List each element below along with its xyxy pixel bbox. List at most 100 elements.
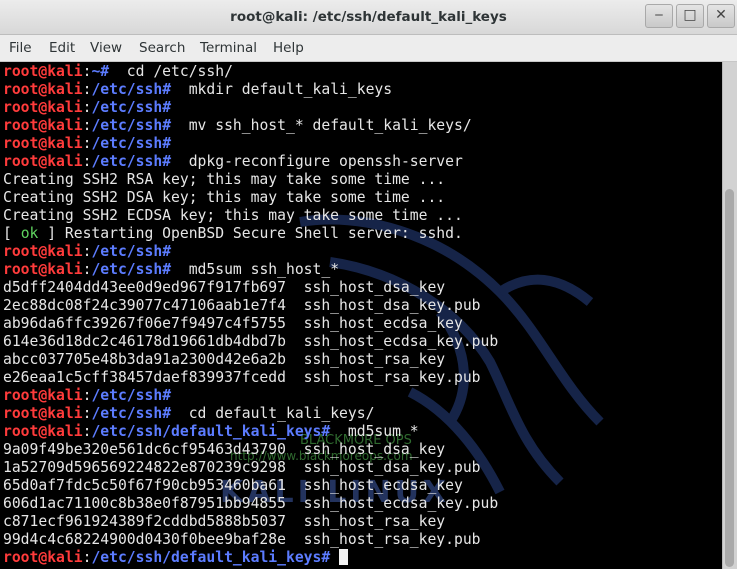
scrollbar-thumb[interactable] bbox=[725, 189, 734, 567]
prompt-path: ~ bbox=[91, 63, 101, 80]
prompt-user: root@kali bbox=[3, 99, 83, 116]
terminal-line: root@kali:/etc/ssh# dpkg-reconfigure ope… bbox=[3, 153, 463, 171]
status-ok: ok bbox=[20, 225, 39, 242]
prompt-path: /etc/ssh bbox=[91, 117, 163, 134]
prompt-user: root@kali bbox=[3, 135, 83, 152]
terminal-line: 65d0af7fdc5c50f67f90cb953460ba61 ssh_hos… bbox=[3, 477, 463, 495]
terminal-line: Creating SSH2 RSA key; this may take som… bbox=[3, 171, 445, 189]
terminal-line: abcc037705e48b3da91a2300d42e6a2b ssh_hos… bbox=[3, 351, 445, 369]
prompt-path: /etc/ssh/default_kali_keys bbox=[91, 549, 322, 566]
command-text: mkdir default_kali_keys bbox=[171, 81, 393, 98]
output-text: Creating SSH2 RSA key; this may take som… bbox=[3, 171, 446, 188]
terminal-line: c871ecf961924389f2cddbd5888b5037 ssh_hos… bbox=[3, 513, 445, 531]
prompt-path: /etc/ssh bbox=[91, 81, 163, 98]
menu-help[interactable]: Help bbox=[273, 40, 304, 56]
terminal-line: root@kali:/etc/ssh# bbox=[3, 135, 171, 153]
terminal-line: e26eaa1c5cff38457daef839937fcedd ssh_hos… bbox=[3, 369, 481, 387]
command-text: md5sum ssh_host_* bbox=[171, 261, 340, 278]
minimize-button[interactable]: ‒ bbox=[645, 4, 673, 28]
prompt-symbol: # bbox=[162, 243, 172, 260]
prompt-user: root@kali bbox=[3, 153, 83, 170]
output-text: e26eaa1c5cff38457daef839937fcedd ssh_hos… bbox=[3, 369, 481, 386]
terminal-line: 614e36d18dc2c46178d19661db4dbd7b ssh_hos… bbox=[3, 333, 498, 351]
prompt-path: /etc/ssh bbox=[91, 153, 163, 170]
prompt-symbol: # bbox=[162, 81, 172, 98]
prompt-user: root@kali bbox=[3, 243, 83, 260]
command-text: dpkg-reconfigure openssh-server bbox=[171, 153, 463, 170]
prompt-path: /etc/ssh/default_kali_keys bbox=[91, 423, 322, 440]
status-bracket-open: [ bbox=[3, 225, 21, 242]
output-text: 1a52709d596569224822e870239c9298 ssh_hos… bbox=[3, 459, 481, 476]
output-text: 606d1ac71100c8b38e0f87951bb94855 ssh_hos… bbox=[3, 495, 499, 512]
prompt-path: /etc/ssh bbox=[91, 243, 163, 260]
vertical-scrollbar[interactable] bbox=[722, 62, 737, 569]
prompt-user: root@kali bbox=[3, 117, 83, 134]
prompt-user: root@kali bbox=[3, 549, 83, 566]
command-text: cd default_kali_keys/ bbox=[171, 405, 375, 422]
terminal-line: ab96da6ffc39267f06e7f9497c4f5755 ssh_hos… bbox=[3, 315, 463, 333]
terminal-line: root@kali:/etc/ssh# bbox=[3, 243, 171, 261]
terminal-output[interactable]: BLACKMORE OPS http://www.blackmoreops.co… bbox=[0, 62, 722, 569]
terminal-line: root@kali:/etc/ssh# mv ssh_host_* defaul… bbox=[3, 117, 472, 135]
command-text bbox=[330, 549, 339, 566]
prompt-path: /etc/ssh bbox=[91, 405, 163, 422]
terminal-line: root@kali:/etc/ssh# cd default_kali_keys… bbox=[3, 405, 374, 423]
output-text: 99d4c4c68224900d0430f0bee9baf28e ssh_hos… bbox=[3, 531, 481, 548]
terminal-line: 99d4c4c68224900d0430f0bee9baf28e ssh_hos… bbox=[3, 531, 481, 549]
close-button[interactable]: ✕ bbox=[707, 4, 735, 28]
status-message: ] Restarting OpenBSD Secure Shell server… bbox=[38, 225, 463, 242]
prompt-path: /etc/ssh bbox=[91, 135, 163, 152]
menu-terminal[interactable]: Terminal bbox=[200, 40, 257, 56]
prompt-user: root@kali bbox=[3, 81, 83, 98]
output-text: 9a09f49be320e561dc6cf95463d43790 ssh_hos… bbox=[3, 441, 446, 458]
prompt-user: root@kali bbox=[3, 405, 83, 422]
output-text: abcc037705e48b3da91a2300d42e6a2b ssh_hos… bbox=[3, 351, 446, 368]
menu-search[interactable]: Search bbox=[139, 40, 185, 56]
terminal-line: root@kali:/etc/ssh# bbox=[3, 99, 171, 117]
terminal-line: root@kali:/etc/ssh/default_kali_keys# bbox=[3, 549, 349, 567]
terminal-line: root@kali:/etc/ssh# md5sum ssh_host_* bbox=[3, 261, 339, 279]
output-text: ab96da6ffc39267f06e7f9497c4f5755 ssh_hos… bbox=[3, 315, 463, 332]
window-title: root@kali: /etc/ssh/default_kali_keys bbox=[230, 9, 507, 25]
menu-edit[interactable]: Edit bbox=[49, 40, 75, 56]
output-text: 614e36d18dc2c46178d19661db4dbd7b ssh_hos… bbox=[3, 333, 499, 350]
prompt-symbol: # bbox=[100, 63, 110, 80]
prompt-symbol: # bbox=[162, 117, 172, 134]
prompt-symbol: # bbox=[162, 387, 172, 404]
terminal-line: root@kali:/etc/ssh# mkdir default_kali_k… bbox=[3, 81, 392, 99]
terminal-line: root@kali:/etc/ssh/default_kali_keys# md… bbox=[3, 423, 419, 441]
prompt-symbol: # bbox=[162, 135, 172, 152]
command-text: cd /etc/ssh/ bbox=[109, 63, 233, 80]
output-text: 2ec88dc08f24c39077c47106aab1e7f4 ssh_hos… bbox=[3, 297, 481, 314]
terminal-line: root@kali:~# cd /etc/ssh/ bbox=[3, 63, 233, 81]
command-text: md5sum * bbox=[330, 423, 419, 440]
menu-bar: File Edit View Search Terminal Help bbox=[0, 35, 737, 62]
terminal-line: [ ok ] Restarting OpenBSD Secure Shell s… bbox=[3, 225, 463, 243]
prompt-symbol: # bbox=[162, 153, 172, 170]
prompt-user: root@kali bbox=[3, 423, 83, 440]
output-text: 65d0af7fdc5c50f67f90cb953460ba61 ssh_hos… bbox=[3, 477, 463, 494]
output-text: Creating SSH2 DSA key; this may take som… bbox=[3, 189, 446, 206]
terminal-line: 606d1ac71100c8b38e0f87951bb94855 ssh_hos… bbox=[3, 495, 498, 513]
prompt-path: /etc/ssh bbox=[91, 261, 163, 278]
terminal-line: 1a52709d596569224822e870239c9298 ssh_hos… bbox=[3, 459, 481, 477]
terminal-line: 9a09f49be320e561dc6cf95463d43790 ssh_hos… bbox=[3, 441, 445, 459]
prompt-symbol: # bbox=[162, 405, 172, 422]
terminal-cursor bbox=[339, 549, 349, 565]
terminal-line: root@kali:/etc/ssh# bbox=[3, 387, 171, 405]
terminal-line: d5dff2404dd43ee0d9ed967f917fb697 ssh_hos… bbox=[3, 279, 445, 297]
prompt-symbol: # bbox=[321, 423, 331, 440]
menu-file[interactable]: File bbox=[9, 40, 32, 56]
prompt-symbol: # bbox=[162, 261, 172, 278]
terminal-line: 2ec88dc08f24c39077c47106aab1e7f4 ssh_hos… bbox=[3, 297, 481, 315]
command-text: mv ssh_host_* default_kali_keys/ bbox=[171, 117, 472, 134]
output-text: c871ecf961924389f2cddbd5888b5037 ssh_hos… bbox=[3, 513, 446, 530]
prompt-user: root@kali bbox=[3, 261, 83, 278]
output-text: Creating SSH2 ECDSA key; this may take s… bbox=[3, 207, 463, 224]
terminal-line: Creating SSH2 ECDSA key; this may take s… bbox=[3, 207, 463, 225]
prompt-path: /etc/ssh bbox=[91, 99, 163, 116]
menu-view[interactable]: View bbox=[90, 40, 122, 56]
prompt-path: /etc/ssh bbox=[91, 387, 163, 404]
maximize-button[interactable]: □ bbox=[676, 4, 704, 28]
title-bar[interactable]: root@kali: /etc/ssh/default_kali_keys ‒ … bbox=[0, 0, 737, 35]
